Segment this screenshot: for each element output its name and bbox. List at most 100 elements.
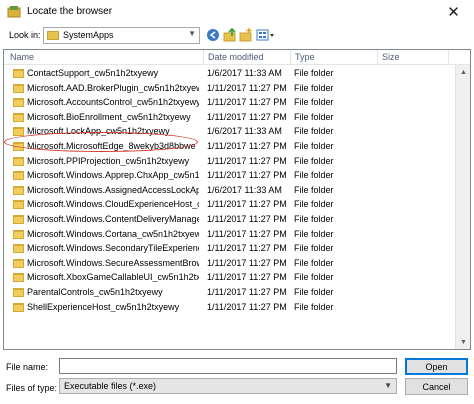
folder-icon [47, 31, 59, 40]
close-icon: ✕ [447, 4, 460, 21]
list-item-type: File folder [294, 97, 334, 108]
folder-icon [13, 185, 24, 195]
list-item[interactable]: ParentalControls_cw5n1h2txyewy 1/11/2017 … [4, 286, 450, 299]
window-title: Locate the browser [27, 6, 113, 17]
list-item-type: File folder [294, 184, 334, 195]
lookin-label: Look in: [9, 30, 41, 40]
folder-icon [13, 288, 24, 297]
folder-icon [13, 302, 24, 312]
up-folder-icon[interactable] [223, 28, 237, 42]
list-item[interactable]: Microsoft.Windows.SecureAssessmentBrowse… [4, 257, 450, 270]
list-item-type: File folder [294, 199, 334, 210]
close-button[interactable]: ✕ [433, 0, 474, 24]
column-header-name[interactable]: Name [10, 52, 34, 62]
list-item-name: Microsoft.Windows.ContentDeliveryManager… [27, 214, 199, 224]
list-item-name: Microsoft.Windows.AssignedAccessLockApp_… [27, 184, 199, 195]
folder-icon [13, 229, 24, 239]
list-header: Name Date modified Type Size [4, 50, 470, 65]
folder-icon [13, 258, 24, 268]
list-item[interactable]: Microsoft.XboxGameCallableUI_cw5n1h2txye… [4, 271, 450, 284]
list-item-date: 1/11/2017 11:27 PM [207, 97, 287, 108]
list-item-date: 1/11/2017 11:27 PM [207, 243, 287, 254]
list-item-type: File folder [294, 287, 334, 297]
list-item[interactable]: Microsoft.Windows.ContentDeliveryManager… [4, 213, 450, 226]
list-item-date: 1/11/2017 11:27 PM [207, 272, 287, 283]
list-item-type: File folder [294, 68, 334, 78]
list-item-type: File folder [294, 243, 334, 254]
list-item-name: Microsoft.Windows.Apprep.ChxApp_cw5n1h2t… [27, 170, 199, 181]
lookin-dropdown[interactable]: SystemApps ▼ [43, 27, 200, 44]
list-item-type: File folder [294, 141, 334, 151]
list-item-type: File folder [294, 111, 334, 122]
column-header-date[interactable]: Date modified [208, 52, 264, 62]
list-item-name: Microsoft.BioEnrollment_cw5n1h2txyewy [27, 111, 191, 122]
list-item[interactable]: Microsoft.Windows.Cortana_cw5n1h2txyewy 1… [4, 228, 450, 241]
list-item-type: File folder [294, 126, 334, 137]
folder-icon [13, 273, 24, 283]
list-item[interactable]: Microsoft.AAD.BrokerPlugin_cw5n1h2txyewy… [4, 82, 450, 95]
list-item[interactable]: Microsoft.AccountsControl_cw5n1h2txyewy 1… [4, 96, 450, 109]
folder-icon [13, 200, 24, 210]
folder-icon [13, 98, 24, 108]
list-item-date: 1/6/2017 11:33 AM [207, 184, 282, 195]
annotation-circle [4, 132, 198, 152]
column-header-size[interactable]: Size [382, 52, 400, 62]
list-item-date: 1/6/2017 11:33 AM [207, 68, 282, 78]
open-button[interactable]: Open [405, 358, 468, 375]
folder-icon [13, 69, 24, 78]
filename-input[interactable] [59, 358, 397, 374]
list-item-name: Microsoft.AAD.BrokerPlugin_cw5n1h2txyewy [27, 82, 199, 93]
file-list[interactable]: Name Date modified Type Size ContactSupp… [3, 49, 471, 350]
list-item-date: 1/11/2017 11:27 PM [207, 141, 287, 151]
list-item-name: Microsoft.Windows.CloudExperienceHost_cw… [27, 199, 199, 210]
folder-icon [13, 215, 24, 224]
scroll-up-icon[interactable]: ▲ [456, 65, 470, 79]
list-item-name: ParentalControls_cw5n1h2txyewy [27, 287, 163, 297]
list-item[interactable]: Microsoft.Windows.SecondaryTileExperienc… [4, 242, 450, 255]
list-item-type: File folder [294, 272, 334, 283]
list-item[interactable]: Microsoft.BioEnrollment_cw5n1h2txyewy 1/1… [4, 111, 450, 124]
column-header-type[interactable]: Type [295, 52, 315, 62]
vertical-scrollbar[interactable]: ▲ ▼ [455, 65, 470, 349]
back-icon[interactable] [206, 28, 220, 42]
folder-icon [13, 244, 24, 254]
filetype-value: Executable files (*.exe) [64, 381, 157, 391]
list-item-date: 1/11/2017 11:27 PM [207, 170, 287, 181]
list-item-name: ShellExperienceHost_cw5n1h2txyewy [27, 301, 180, 312]
list-item-date: 1/11/2017 11:27 PM [207, 287, 287, 297]
list-item-name: Microsoft.Windows.SecureAssessmentBrowse… [27, 257, 199, 268]
scroll-down-icon[interactable]: ▼ [456, 335, 470, 349]
list-item-name: Microsoft.AccountsControl_cw5n1h2txyewy [27, 97, 199, 108]
filename-label: File name: [6, 362, 49, 372]
list-item-date: 1/6/2017 11:33 AM [207, 126, 282, 137]
list-item-date: 1/11/2017 11:27 PM [207, 214, 287, 224]
app-icon [7, 6, 21, 18]
list-item[interactable]: Microsoft.PPIProjection_cw5n1h2txyewy 1/1… [4, 155, 450, 168]
title-bar: Locate the browser ✕ [0, 0, 474, 24]
list-item-type: File folder [294, 301, 334, 312]
list-item-date: 1/11/2017 11:27 PM [207, 82, 287, 93]
list-item-type: File folder [294, 170, 334, 181]
filetype-label: Files of type: [6, 383, 58, 393]
list-item-date: 1/11/2017 11:27 PM [207, 199, 287, 210]
cancel-button[interactable]: Cancel [405, 378, 468, 395]
list-item-date: 1/11/2017 11:27 PM [207, 257, 287, 268]
list-item[interactable]: ShellExperienceHost_cw5n1h2txyewy 1/11/20… [4, 301, 450, 314]
list-item[interactable]: Microsoft.Windows.CloudExperienceHost_cw… [4, 198, 450, 211]
view-menu-icon[interactable] [256, 28, 276, 42]
list-item[interactable]: ContactSupport_cw5n1h2txyewy 1/6/2017 11:… [4, 67, 450, 80]
folder-icon [13, 83, 24, 93]
new-folder-icon[interactable] [239, 28, 253, 42]
list-item-name: Microsoft.Windows.Cortana_cw5n1h2txyewy [27, 228, 199, 239]
list-item-name: Microsoft.Windows.SecondaryTileExperienc… [27, 243, 199, 254]
list-item[interactable]: Microsoft.Windows.AssignedAccessLockApp_… [4, 184, 450, 197]
chevron-down-icon: ▼ [188, 29, 196, 38]
folder-icon [13, 156, 24, 166]
list-item-name: Microsoft.PPIProjection_cw5n1h2txyewy [27, 155, 190, 166]
folder-icon [13, 171, 24, 181]
list-item-name: ContactSupport_cw5n1h2txyewy [27, 68, 159, 78]
folder-icon [13, 112, 24, 122]
list-item[interactable]: Microsoft.Windows.Apprep.ChxApp_cw5n1h2t… [4, 169, 450, 182]
list-item-type: File folder [294, 228, 334, 239]
filetype-dropdown[interactable]: Executable files (*.exe) ▼ [59, 378, 397, 394]
